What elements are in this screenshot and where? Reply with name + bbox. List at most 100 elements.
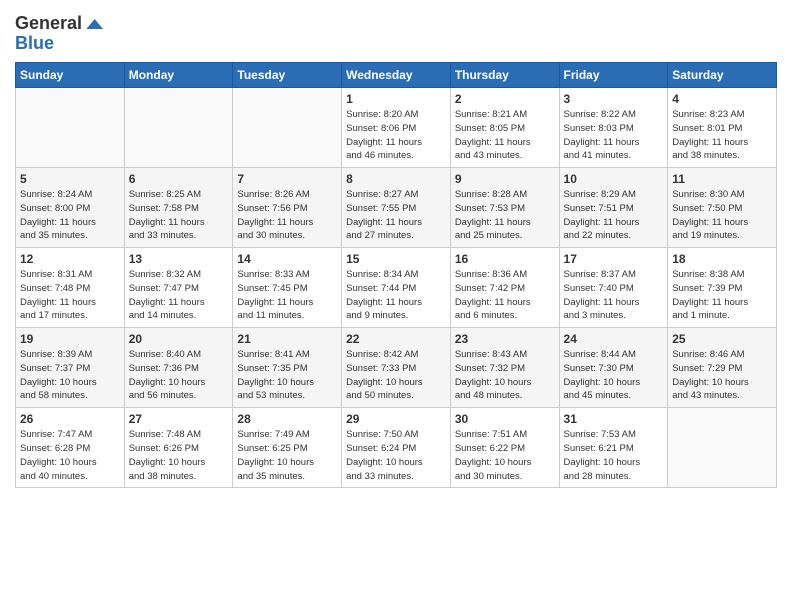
day-info: Sunrise: 8:30 AMSunset: 7:50 PMDaylight:… bbox=[672, 188, 772, 243]
day-info: Sunrise: 7:48 AMSunset: 6:26 PMDaylight:… bbox=[129, 428, 229, 483]
day-number: 19 bbox=[20, 332, 120, 346]
calendar-cell: 19 Sunrise: 8:39 AMSunset: 7:37 PMDayligh… bbox=[16, 328, 125, 408]
day-number: 29 bbox=[346, 412, 446, 426]
calendar-cell: 1 Sunrise: 8:20 AMSunset: 8:06 PMDaylight… bbox=[342, 88, 451, 168]
day-number: 10 bbox=[564, 172, 664, 186]
day-info: Sunrise: 8:43 AMSunset: 7:32 PMDaylight:… bbox=[455, 348, 555, 403]
day-info: Sunrise: 8:26 AMSunset: 7:56 PMDaylight:… bbox=[237, 188, 337, 243]
day-info: Sunrise: 8:32 AMSunset: 7:47 PMDaylight:… bbox=[129, 268, 229, 323]
day-number: 3 bbox=[564, 92, 664, 106]
calendar-cell: 25 Sunrise: 8:46 AMSunset: 7:29 PMDayligh… bbox=[668, 328, 777, 408]
calendar-cell: 7 Sunrise: 8:26 AMSunset: 7:56 PMDaylight… bbox=[233, 168, 342, 248]
calendar-cell: 23 Sunrise: 8:43 AMSunset: 7:32 PMDayligh… bbox=[450, 328, 559, 408]
col-header-wednesday: Wednesday bbox=[342, 63, 451, 88]
day-number: 13 bbox=[129, 252, 229, 266]
day-number: 6 bbox=[129, 172, 229, 186]
day-info: Sunrise: 8:34 AMSunset: 7:44 PMDaylight:… bbox=[346, 268, 446, 323]
day-info: Sunrise: 8:36 AMSunset: 7:42 PMDaylight:… bbox=[455, 268, 555, 323]
calendar-cell bbox=[668, 408, 777, 488]
day-info: Sunrise: 7:53 AMSunset: 6:21 PMDaylight:… bbox=[564, 428, 664, 483]
calendar-cell: 3 Sunrise: 8:22 AMSunset: 8:03 PMDaylight… bbox=[559, 88, 668, 168]
calendar-cell: 22 Sunrise: 8:42 AMSunset: 7:33 PMDayligh… bbox=[342, 328, 451, 408]
calendar-cell: 24Sunrise: 8:44 AMSunset: 7:30 PMDayligh… bbox=[559, 328, 668, 408]
calendar-cell: 11 Sunrise: 8:30 AMSunset: 7:50 PMDayligh… bbox=[668, 168, 777, 248]
day-number: 25 bbox=[672, 332, 772, 346]
day-number: 23 bbox=[455, 332, 555, 346]
calendar-cell: 4 Sunrise: 8:23 AMSunset: 8:01 PMDaylight… bbox=[668, 88, 777, 168]
col-header-monday: Monday bbox=[124, 63, 233, 88]
calendar-cell: 8Sunrise: 8:27 AMSunset: 7:55 PMDaylight… bbox=[342, 168, 451, 248]
day-info: Sunrise: 8:24 AMSunset: 8:00 PMDaylight:… bbox=[20, 188, 120, 243]
day-number: 9 bbox=[455, 172, 555, 186]
calendar-cell bbox=[16, 88, 125, 168]
logo-general: General bbox=[15, 14, 82, 34]
calendar-cell: 29 Sunrise: 7:50 AMSunset: 6:24 PMDayligh… bbox=[342, 408, 451, 488]
calendar-cell: 5 Sunrise: 8:24 AMSunset: 8:00 PMDaylight… bbox=[16, 168, 125, 248]
day-info: Sunrise: 8:37 AMSunset: 7:40 PMDaylight:… bbox=[564, 268, 664, 323]
calendar-cell bbox=[124, 88, 233, 168]
day-number: 27 bbox=[129, 412, 229, 426]
day-number: 20 bbox=[129, 332, 229, 346]
day-info: Sunrise: 7:50 AMSunset: 6:24 PMDaylight:… bbox=[346, 428, 446, 483]
day-info: Sunrise: 7:49 AMSunset: 6:25 PMDaylight:… bbox=[237, 428, 337, 483]
calendar-cell: 18 Sunrise: 8:38 AMSunset: 7:39 PMDayligh… bbox=[668, 248, 777, 328]
calendar-header-row: SundayMondayTuesdayWednesdayThursdayFrid… bbox=[16, 63, 777, 88]
day-info: Sunrise: 8:41 AMSunset: 7:35 PMDaylight:… bbox=[237, 348, 337, 403]
header: General Blue bbox=[15, 10, 777, 54]
day-info: Sunrise: 8:21 AMSunset: 8:05 PMDaylight:… bbox=[455, 108, 555, 163]
day-info: Sunrise: 7:51 AMSunset: 6:22 PMDaylight:… bbox=[455, 428, 555, 483]
day-number: 8 bbox=[346, 172, 446, 186]
calendar-week-4: 19 Sunrise: 8:39 AMSunset: 7:37 PMDayligh… bbox=[16, 328, 777, 408]
day-info: Sunrise: 8:22 AMSunset: 8:03 PMDaylight:… bbox=[564, 108, 664, 163]
day-number: 14 bbox=[237, 252, 337, 266]
day-number: 17 bbox=[564, 252, 664, 266]
day-number: 24 bbox=[564, 332, 664, 346]
calendar-cell: 14 Sunrise: 8:33 AMSunset: 7:45 PMDayligh… bbox=[233, 248, 342, 328]
calendar-cell: 21Sunrise: 8:41 AMSunset: 7:35 PMDayligh… bbox=[233, 328, 342, 408]
calendar-cell: 13 Sunrise: 8:32 AMSunset: 7:47 PMDayligh… bbox=[124, 248, 233, 328]
day-number: 26 bbox=[20, 412, 120, 426]
day-number: 11 bbox=[672, 172, 772, 186]
day-number: 12 bbox=[20, 252, 120, 266]
calendar-cell: 30 Sunrise: 7:51 AMSunset: 6:22 PMDayligh… bbox=[450, 408, 559, 488]
calendar-cell: 27 Sunrise: 7:48 AMSunset: 6:26 PMDayligh… bbox=[124, 408, 233, 488]
day-info: Sunrise: 8:39 AMSunset: 7:37 PMDaylight:… bbox=[20, 348, 120, 403]
calendar-cell: 20Sunrise: 8:40 AMSunset: 7:36 PMDayligh… bbox=[124, 328, 233, 408]
col-header-thursday: Thursday bbox=[450, 63, 559, 88]
day-info: Sunrise: 8:46 AMSunset: 7:29 PMDaylight:… bbox=[672, 348, 772, 403]
col-header-saturday: Saturday bbox=[668, 63, 777, 88]
day-number: 30 bbox=[455, 412, 555, 426]
logo-blue: Blue bbox=[15, 33, 54, 53]
col-header-friday: Friday bbox=[559, 63, 668, 88]
logo: General Blue bbox=[15, 14, 103, 54]
day-info: Sunrise: 8:42 AMSunset: 7:33 PMDaylight:… bbox=[346, 348, 446, 403]
day-number: 22 bbox=[346, 332, 446, 346]
day-info: Sunrise: 7:47 AMSunset: 6:28 PMDaylight:… bbox=[20, 428, 120, 483]
calendar-week-1: 1 Sunrise: 8:20 AMSunset: 8:06 PMDaylight… bbox=[16, 88, 777, 168]
day-number: 4 bbox=[672, 92, 772, 106]
calendar-cell: 10 Sunrise: 8:29 AMSunset: 7:51 PMDayligh… bbox=[559, 168, 668, 248]
day-info: Sunrise: 8:38 AMSunset: 7:39 PMDaylight:… bbox=[672, 268, 772, 323]
day-number: 2 bbox=[455, 92, 555, 106]
col-header-tuesday: Tuesday bbox=[233, 63, 342, 88]
col-header-sunday: Sunday bbox=[16, 63, 125, 88]
day-info: Sunrise: 8:33 AMSunset: 7:45 PMDaylight:… bbox=[237, 268, 337, 323]
day-info: Sunrise: 8:29 AMSunset: 7:51 PMDaylight:… bbox=[564, 188, 664, 243]
calendar-cell: 9Sunrise: 8:28 AMSunset: 7:53 PMDaylight… bbox=[450, 168, 559, 248]
day-number: 18 bbox=[672, 252, 772, 266]
day-number: 7 bbox=[237, 172, 337, 186]
day-info: Sunrise: 8:23 AMSunset: 8:01 PMDaylight:… bbox=[672, 108, 772, 163]
calendar-cell: 12Sunrise: 8:31 AMSunset: 7:48 PMDayligh… bbox=[16, 248, 125, 328]
day-number: 5 bbox=[20, 172, 120, 186]
day-number: 28 bbox=[237, 412, 337, 426]
calendar-cell: 28 Sunrise: 7:49 AMSunset: 6:25 PMDayligh… bbox=[233, 408, 342, 488]
calendar-cell: 15 Sunrise: 8:34 AMSunset: 7:44 PMDayligh… bbox=[342, 248, 451, 328]
calendar-cell: 17 Sunrise: 8:37 AMSunset: 7:40 PMDayligh… bbox=[559, 248, 668, 328]
day-number: 1 bbox=[346, 92, 446, 106]
day-info: Sunrise: 8:20 AMSunset: 8:06 PMDaylight:… bbox=[346, 108, 446, 163]
calendar-week-2: 5 Sunrise: 8:24 AMSunset: 8:00 PMDaylight… bbox=[16, 168, 777, 248]
day-number: 15 bbox=[346, 252, 446, 266]
day-info: Sunrise: 8:25 AMSunset: 7:58 PMDaylight:… bbox=[129, 188, 229, 243]
day-number: 31 bbox=[564, 412, 664, 426]
calendar-cell bbox=[233, 88, 342, 168]
